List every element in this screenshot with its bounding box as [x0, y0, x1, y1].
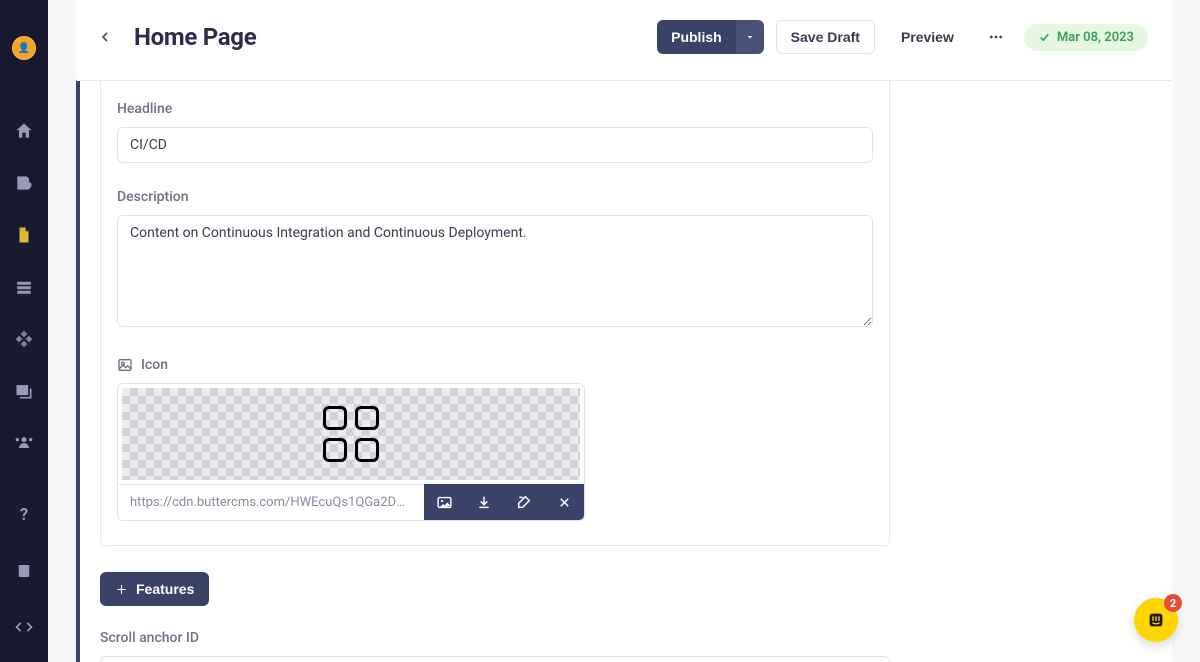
nav-docs-icon[interactable]	[13, 560, 35, 582]
headline-label: Headline	[117, 101, 873, 117]
page-title: Home Page	[134, 23, 256, 51]
icon-field: Icon	[117, 357, 873, 521]
description-field: Description	[117, 189, 873, 331]
grid-icon	[323, 406, 379, 462]
avatar[interactable]: 👤	[12, 36, 36, 60]
save-draft-button[interactable]: Save Draft	[776, 20, 875, 54]
icon-url-input[interactable]	[118, 484, 424, 520]
remove-button[interactable]	[544, 484, 584, 520]
headline-field: Headline	[117, 101, 873, 163]
nav-components-icon[interactable]	[13, 328, 35, 350]
download-button[interactable]	[464, 484, 504, 520]
svg-text:?: ?	[20, 506, 28, 525]
nav-pages-icon[interactable]	[13, 224, 35, 246]
edit-button[interactable]	[504, 484, 544, 520]
check-icon	[1038, 31, 1051, 44]
image-icon	[117, 357, 133, 373]
anchor-label: Scroll anchor ID	[100, 630, 1158, 646]
anchor-input[interactable]	[100, 656, 890, 662]
nav-api-icon[interactable]	[13, 616, 35, 638]
media-browse-button[interactable]	[424, 484, 464, 520]
anchor-field: Scroll anchor ID	[100, 630, 1158, 662]
add-features-label: Features	[136, 581, 194, 597]
icon-preview[interactable]	[122, 388, 580, 480]
add-features-button[interactable]: Features	[100, 572, 209, 606]
publish-button[interactable]: Publish	[657, 20, 736, 54]
description-label: Description	[117, 189, 873, 205]
headline-input[interactable]	[117, 127, 873, 163]
sidebar: 👤 ?	[0, 0, 48, 662]
nav-media-icon[interactable]	[13, 380, 35, 402]
nav-collections-icon[interactable]	[13, 276, 35, 298]
nav-blog-icon[interactable]	[13, 172, 35, 194]
description-textarea[interactable]	[117, 215, 873, 327]
nav-users-icon[interactable]	[13, 432, 35, 454]
topbar: Home Page Publish Save Draft Preview	[76, 0, 1172, 81]
intercom-launcher[interactable]: 2	[1134, 598, 1178, 642]
intercom-badge: 2	[1164, 594, 1182, 612]
back-button[interactable]	[94, 26, 116, 48]
plus-icon	[115, 583, 128, 596]
nav-help-icon[interactable]: ?	[13, 504, 35, 526]
status-date-chip: Mar 08, 2023	[1024, 24, 1148, 51]
nav-home-icon[interactable]	[13, 120, 35, 142]
more-menu-button[interactable]	[980, 20, 1012, 54]
status-date-text: Mar 08, 2023	[1057, 30, 1134, 45]
feature-card: Headline Description	[100, 81, 890, 546]
scroll-indicator	[76, 81, 80, 662]
intercom-icon	[1145, 609, 1167, 631]
preview-button[interactable]: Preview	[887, 20, 968, 54]
publish-dropdown[interactable]	[736, 20, 764, 54]
icon-label: Icon	[141, 357, 168, 373]
